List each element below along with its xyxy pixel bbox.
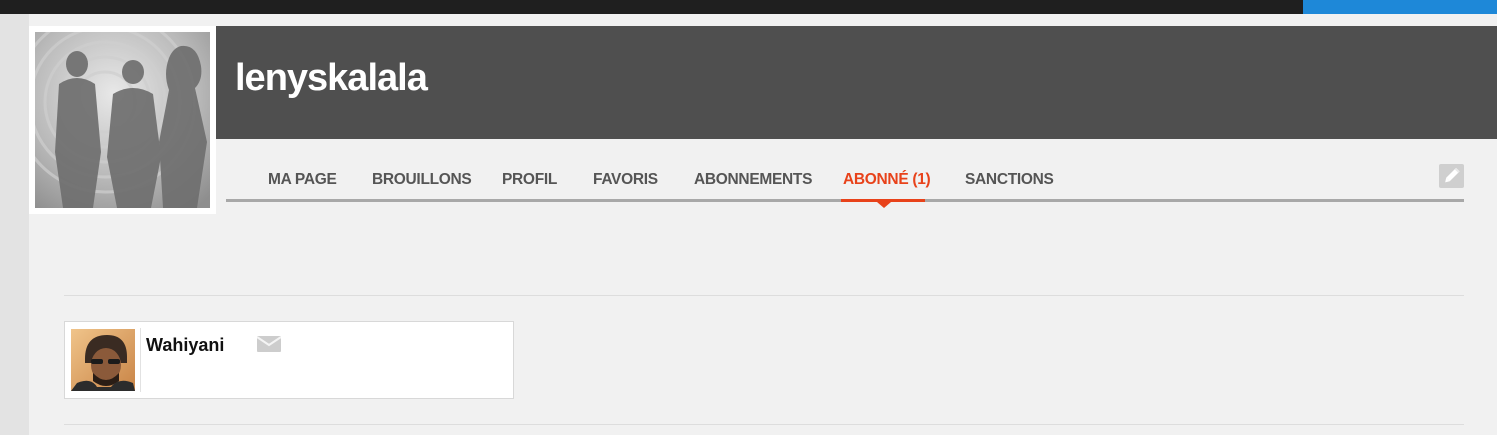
- tab-profil[interactable]: PROFIL: [502, 160, 557, 199]
- tab-favoris[interactable]: FAVORIS: [593, 160, 658, 199]
- tab-abonne[interactable]: ABONNÉ (1): [843, 160, 931, 199]
- subscriber-avatar[interactable]: [71, 329, 135, 391]
- tab-brouillons[interactable]: BROUILLONS: [372, 160, 472, 199]
- tab-abonnements[interactable]: ABONNEMENTS: [694, 160, 812, 199]
- left-rail: [0, 14, 29, 435]
- default-avatar-silhouette-image: [35, 32, 210, 208]
- subscriber-card: Wahiyani: [64, 321, 514, 399]
- pencil-icon: [1445, 167, 1460, 183]
- envelope-icon[interactable]: [257, 336, 281, 352]
- card-separator: [140, 328, 141, 392]
- profile-nav: MA PAGE BROUILLONS PROFIL FAVORIS ABONNE…: [226, 160, 1464, 208]
- profile-username: lenyskalala: [235, 57, 428, 99]
- top-bar: [0, 0, 1497, 14]
- profile-avatar: [29, 26, 216, 214]
- top-bar-accent: [1303, 0, 1497, 14]
- tab-ma-page[interactable]: MA PAGE: [268, 160, 337, 199]
- tab-sanctions[interactable]: SANCTIONS: [965, 160, 1054, 199]
- active-tab-caret-icon: [877, 202, 891, 208]
- section-divider-bottom: [64, 424, 1464, 425]
- edit-profile-button[interactable]: [1439, 164, 1464, 188]
- subscriber-name[interactable]: Wahiyani: [146, 335, 224, 356]
- section-divider: [64, 295, 1464, 296]
